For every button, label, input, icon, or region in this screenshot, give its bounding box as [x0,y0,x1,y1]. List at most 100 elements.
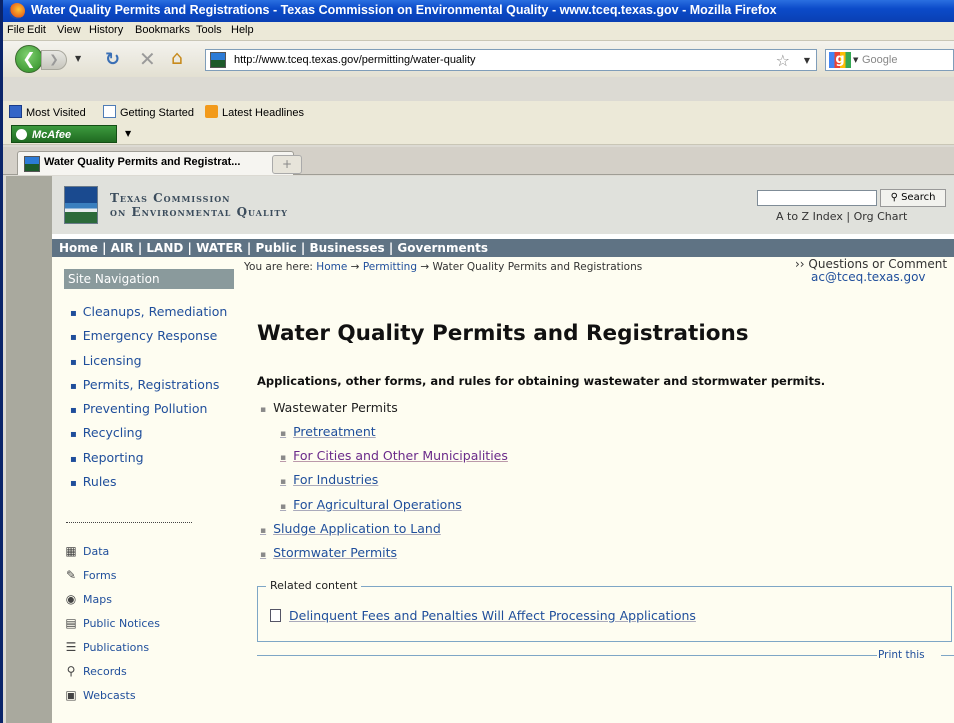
url-bar[interactable]: http://www.tceq.texas.gov/permitting/wat… [205,49,817,71]
link-agricultural-operations[interactable]: For Agricultural Operations [280,497,462,512]
search-bar[interactable]: g ▼ Google [825,49,954,71]
sidebar-item-recycling[interactable]: Recycling [70,425,227,449]
breadcrumb-current: Water Quality Permits and Registrations [432,261,643,273]
firefox-icon [9,3,25,19]
mcafee-check-icon [16,129,27,140]
bookmark-most-visited[interactable]: Most Visited [9,105,86,119]
forward-button[interactable]: ❯ [41,50,67,70]
tool-data[interactable]: ▦ Data [64,544,160,568]
mcafee-label: McAfee [32,129,72,141]
document-icon [270,609,281,622]
sidebar-item-reporting[interactable]: Reporting [70,450,227,474]
bookmark-getting-started[interactable]: Getting Started [103,105,194,119]
menu-help[interactable]: Help [231,24,254,36]
menu-edit[interactable]: Edit [27,24,46,36]
tool-label: Public Notices [83,617,160,630]
bookmark-label: Latest Headlines [222,107,304,119]
org-chart-link[interactable]: Org Chart [854,210,908,223]
home-icon[interactable]: ⌂ [171,47,183,69]
sidebar-item-emergency[interactable]: Emergency Response [70,328,227,352]
related-link-label: Delinquent Fees and Penalties Will Affec… [289,608,696,623]
page-left-gutter [6,176,52,723]
url-dropdown-icon[interactable]: ▼ [804,56,810,65]
tool-records[interactable]: ⚲ Records [64,664,160,688]
tool-webcasts[interactable]: ▣ Webcasts [64,688,160,712]
title-bar: Water Quality Permits and Registrations … [3,0,954,22]
chart-icon: ▦ [65,544,77,558]
bookmark-label: Most Visited [26,107,86,119]
questions-box: ›› Questions or Comment ac@tceq.texas.go… [795,257,947,284]
link-industries[interactable]: For Industries [280,472,378,487]
page-viewport: Texas Commission on Environmental Qualit… [6,176,954,723]
bookmark-star-icon[interactable]: ☆ [776,51,790,70]
list-wastewater-permits: Wastewater Permits [260,400,398,415]
monitor-icon: ▣ [65,688,77,702]
sidebar-item-rules[interactable]: Rules [70,474,227,498]
breadcrumb-home[interactable]: Home [316,261,347,273]
mcafee-button[interactable]: McAfee [11,125,117,143]
back-button[interactable]: ❮ [15,45,43,73]
sidebar-item-licensing[interactable]: Licensing [70,353,227,377]
tool-public-notices[interactable]: ▤ Public Notices [64,616,160,640]
new-tab-button[interactable]: + [272,155,302,174]
page-icon [103,105,116,118]
print-divider [257,655,877,656]
tceq-logo[interactable] [64,186,98,224]
site-header: Texas Commission on Environmental Qualit… [52,176,954,234]
site-search-input[interactable] [757,190,877,206]
sidebar-item-permits[interactable]: Permits, Registrations [70,377,227,401]
print-this-link[interactable]: Print this [878,649,925,661]
breadcrumb-arrow: → [350,261,360,273]
link-sludge-application[interactable]: Sludge Application to Land [260,521,441,536]
agency-line-1: Texas Commission [110,191,231,205]
tab-bar: Water Quality Permits and Registrat... + [3,147,954,175]
menu-file[interactable]: File [7,24,25,36]
intro-text: Applications, other forms, and rules for… [257,374,826,388]
contact-email-link[interactable]: ac@tceq.texas.gov [811,270,947,284]
tool-label: Publications [83,641,150,654]
breadcrumb-prefix: You are here: [244,261,313,273]
breadcrumb-permitting[interactable]: Permitting [363,261,417,273]
tool-publications[interactable]: ☰ Publications [64,640,160,664]
history-dropdown-icon[interactable]: ▼ [75,54,81,63]
sidebar-item-cleanups[interactable]: Cleanups, Remediation [70,304,227,328]
tools-list: ▦ Data ✎ Forms ◉ Maps ▤ Public Notices ☰ Publ… [64,544,160,712]
tab-water-quality[interactable]: Water Quality Permits and Registrat... [17,151,294,175]
link-stormwater-permits[interactable]: Stormwater Permits [260,545,397,560]
notice-icon: ▤ [65,616,77,630]
sidebar-item-preventing-pollution[interactable]: Preventing Pollution [70,401,227,425]
print-divider-end [941,655,954,656]
site-search-button[interactable]: ⚲ Search [880,189,946,207]
header-links-separator: | [846,210,851,223]
agency-name[interactable]: Texas Commission on Environmental Qualit… [110,191,288,219]
mcafee-dropdown-icon[interactable]: ▼ [125,129,131,138]
google-icon[interactable]: g [829,52,851,68]
main-navigation[interactable]: Home | AIR | LAND | WATER | Public | Bus… [52,239,954,257]
link-cities-municipalities[interactable]: For Cities and Other Municipalities [280,448,508,463]
menu-tools[interactable]: Tools [196,24,222,36]
stop-icon[interactable]: ✕ [139,47,156,71]
menu-history[interactable]: History [89,24,123,36]
search-engine-dropdown-icon[interactable]: ▼ [853,56,858,64]
menu-view[interactable]: View [57,24,81,36]
menu-bookmarks[interactable]: Bookmarks [135,24,190,36]
menu-bar: File Edit View History Bookmarks Tools H… [3,22,954,41]
reload-icon[interactable]: ↻ [105,49,120,70]
related-link-delinquent-fees[interactable]: Delinquent Fees and Penalties Will Affec… [270,608,696,623]
search-button-label: Search [901,192,936,203]
a-to-z-link[interactable]: A to Z Index [776,210,843,223]
books-icon: ☰ [65,640,77,654]
magnifier-icon: ⚲ [66,664,76,678]
questions-label: ›› Questions or Comment [795,257,948,271]
page-title: Water Quality Permits and Registrations [257,321,749,346]
mcafee-toolbar: McAfee ▼ [3,123,954,145]
tool-maps[interactable]: ◉ Maps [64,592,160,616]
search-placeholder[interactable]: Google [862,54,897,66]
bookmark-latest-headlines[interactable]: Latest Headlines [205,105,304,119]
breadcrumb: You are here: Home → Permitting → Water … [244,261,642,273]
tab-favicon-icon [24,156,40,172]
link-pretreatment[interactable]: Pretreatment [280,424,376,439]
tool-label: Maps [83,593,112,606]
tool-forms[interactable]: ✎ Forms [64,568,160,592]
url-text[interactable]: http://www.tceq.texas.gov/permitting/wat… [234,54,476,66]
